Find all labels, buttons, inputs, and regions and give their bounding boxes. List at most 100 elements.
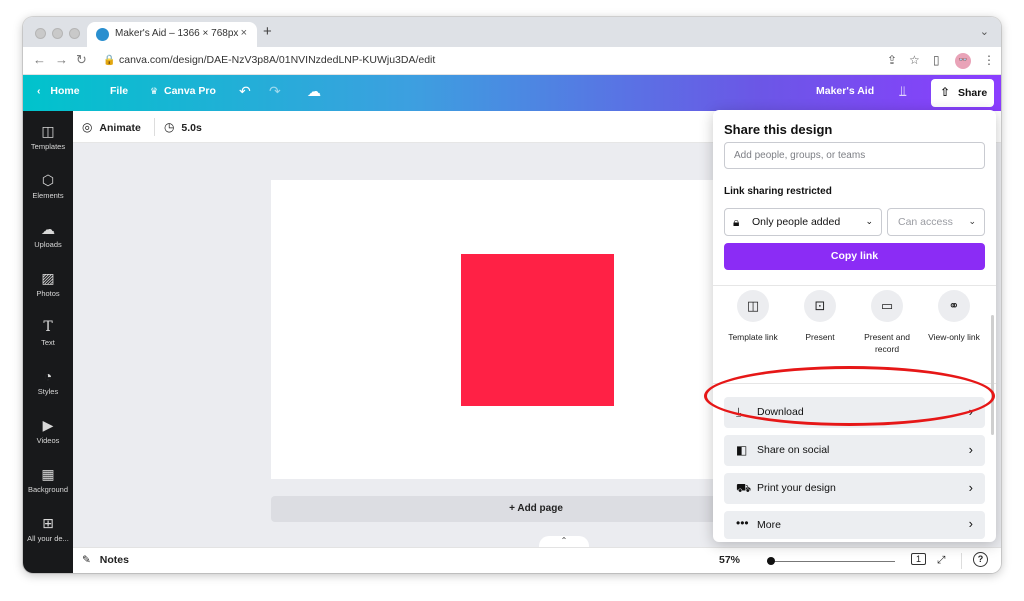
text-icon: T <box>43 319 53 335</box>
help-icon[interactable]: ? <box>973 552 988 567</box>
canva-pro-button[interactable]: ♛ Canva Pro <box>150 85 216 97</box>
sidebar-item-templates[interactable]: ◫ Templates <box>23 123 73 151</box>
footer-divider <box>961 553 962 569</box>
window-minimize-control[interactable] <box>52 28 63 39</box>
editor-footer: ✎ Notes 57% 1 ⤢ ? <box>73 547 1001 573</box>
notes-button[interactable]: ✎ Notes <box>82 554 129 566</box>
sidebar-item-label: Templates <box>30 142 66 151</box>
panel-scrollbar[interactable] <box>991 315 994 435</box>
row-label: More <box>757 519 781 531</box>
redo-icon[interactable]: ↷ <box>269 83 281 100</box>
undo-icon[interactable]: ↶ <box>239 83 251 100</box>
fullscreen-expand-icon[interactable]: ⤢ <box>937 554 945 567</box>
template-link-option[interactable]: ◫ Template link <box>721 290 785 343</box>
duration-label: 5.0s <box>181 122 202 134</box>
present-record-option[interactable]: ▭ Present and record <box>855 290 919 355</box>
crown-icon: ♛ <box>150 86 159 96</box>
back-arrow-icon[interactable]: ← <box>33 52 46 67</box>
access-scope-dropdown[interactable]: 🔒︎ Only people added ⌄ <box>724 208 882 236</box>
tab-close-icon[interactable]: × <box>241 27 247 39</box>
sidebar-item-background[interactable]: ▦ Background <box>23 466 73 494</box>
add-people-field[interactable] <box>724 142 985 169</box>
print-design-row[interactable]: ⛟ Print your design › <box>724 473 985 504</box>
share-panel-title: Share this design <box>724 122 833 137</box>
highlight-ellipse-annotation <box>704 366 995 426</box>
row-label: Print your design <box>757 482 836 494</box>
team-name[interactable]: Maker's Aid <box>816 85 874 97</box>
present-icon: ⊡ <box>804 290 836 322</box>
cloud-saved-icon[interactable]: ☁ <box>307 83 321 100</box>
access-level-dropdown[interactable]: Can access ⌄ <box>887 208 985 236</box>
option-label: Present <box>805 332 835 342</box>
animate-icon: ◎ <box>82 120 93 134</box>
share-upload-icon: ⇧ <box>940 85 951 99</box>
zoom-slider-handle[interactable] <box>767 557 775 565</box>
toolbar-divider <box>154 118 155 136</box>
red-square-shape[interactable] <box>461 254 614 406</box>
profile-avatar[interactable]: 👓 <box>955 53 971 69</box>
address-bar-url[interactable]: canva.com/design/DAE-NzV3p8A/01NVINzdedL… <box>119 54 435 66</box>
chevron-right-icon: › <box>968 516 973 531</box>
share-social-row[interactable]: ◧ Share on social › <box>724 435 985 466</box>
home-button[interactable]: ‹ Home <box>37 85 80 97</box>
elements-icon: ⬡ <box>41 172 55 188</box>
padlock-icon: 🔒︎ <box>733 215 740 229</box>
side-panel-icon[interactable]: ▯ <box>933 53 940 67</box>
sidebar-item-uploads[interactable]: ☁ Uploads <box>23 221 73 249</box>
sidebar-item-videos[interactable]: ▶ Videos <box>23 417 73 445</box>
chevron-right-icon: › <box>968 480 973 495</box>
insights-chart-icon[interactable]: ⫫ <box>899 83 907 100</box>
notes-icon: ✎ <box>82 554 91 566</box>
notes-label: Notes <box>99 554 129 566</box>
animate-button[interactable]: ◎ Animate <box>82 120 141 134</box>
sidebar-item-label: Background <box>27 485 69 494</box>
tab-strip: Maker's Aid – 1366 × 768px × + ⌄ <box>23 17 1001 47</box>
sidebar-item-styles[interactable]: ◔ Styles <box>23 368 73 396</box>
view-only-link-option[interactable]: ⚭ View-only link <box>922 290 986 343</box>
share-page-icon[interactable]: ⇪ <box>887 53 897 67</box>
sidebar-item-label: Uploads <box>34 240 62 249</box>
sidebar-item-text[interactable]: T Text <box>23 319 73 347</box>
present-record-icon: ▭ <box>871 290 903 322</box>
timing-button[interactable]: ◷ 5.0s <box>164 120 202 134</box>
option-label: Present and record <box>864 332 910 354</box>
file-menu-button[interactable]: File <box>110 85 128 97</box>
copy-link-button[interactable]: Copy link <box>724 243 985 270</box>
zoom-percentage[interactable]: 57% <box>719 554 740 566</box>
present-option[interactable]: ⊡ Present <box>788 290 852 343</box>
sidebar-item-label: Elements <box>32 191 64 200</box>
templates-icon: ◫ <box>41 123 55 139</box>
more-row[interactable]: ••• More › <box>724 511 985 539</box>
window-close-control[interactable] <box>35 28 46 39</box>
forward-arrow-icon[interactable]: → <box>55 52 68 67</box>
chevron-left-icon: ‹ <box>37 85 41 97</box>
new-tab-button[interactable]: + <box>263 23 272 40</box>
access-scope-value: Only people added <box>752 216 841 228</box>
sidebar-item-elements[interactable]: ⬡ Elements <box>23 172 73 200</box>
reload-icon[interactable]: ↻ <box>76 52 87 68</box>
window-zoom-control[interactable] <box>69 28 80 39</box>
home-label: Home <box>50 85 80 97</box>
canva-favicon-icon <box>96 28 109 41</box>
browser-menu-icon[interactable]: ⋮ <box>983 53 995 67</box>
design-page[interactable] <box>271 180 731 479</box>
access-level-value: Can access <box>898 216 953 228</box>
bookmark-star-icon[interactable]: ☆ <box>909 53 920 67</box>
browser-tab[interactable]: Maker's Aid – 1366 × 768px × <box>87 22 257 47</box>
browser-toolbar: ← → ↻ 🔒 canva.com/design/DAE-NzV3p8A/01N… <box>23 47 1001 75</box>
share-button[interactable]: ⇧ Share <box>931 79 994 107</box>
videos-icon: ▶ <box>42 417 54 433</box>
template-link-icon: ◫ <box>737 290 769 322</box>
tab-search-chevron-icon[interactable]: ⌄ <box>980 25 989 38</box>
sidebar-item-photos[interactable]: ▨ Photos <box>23 270 73 298</box>
canva-header: ‹ Home File ♛ Canva Pro ↶ ↷ ☁ Maker's Ai… <box>23 75 1001 111</box>
zoom-slider-track[interactable] <box>767 561 895 562</box>
uploads-icon: ☁ <box>41 221 55 237</box>
canva-pro-label: Canva Pro <box>164 85 216 97</box>
sidebar-item-all-designs[interactable]: ⊞ All your de... <box>23 515 73 543</box>
page-count-button[interactable]: 1 <box>911 553 927 565</box>
chevron-right-icon: › <box>968 442 973 457</box>
add-people-input[interactable] <box>725 143 984 168</box>
browser-window: Maker's Aid – 1366 × 768px × + ⌄ ← → ↻ 🔒… <box>23 17 1001 573</box>
print-truck-icon: ⛟ <box>736 481 752 495</box>
